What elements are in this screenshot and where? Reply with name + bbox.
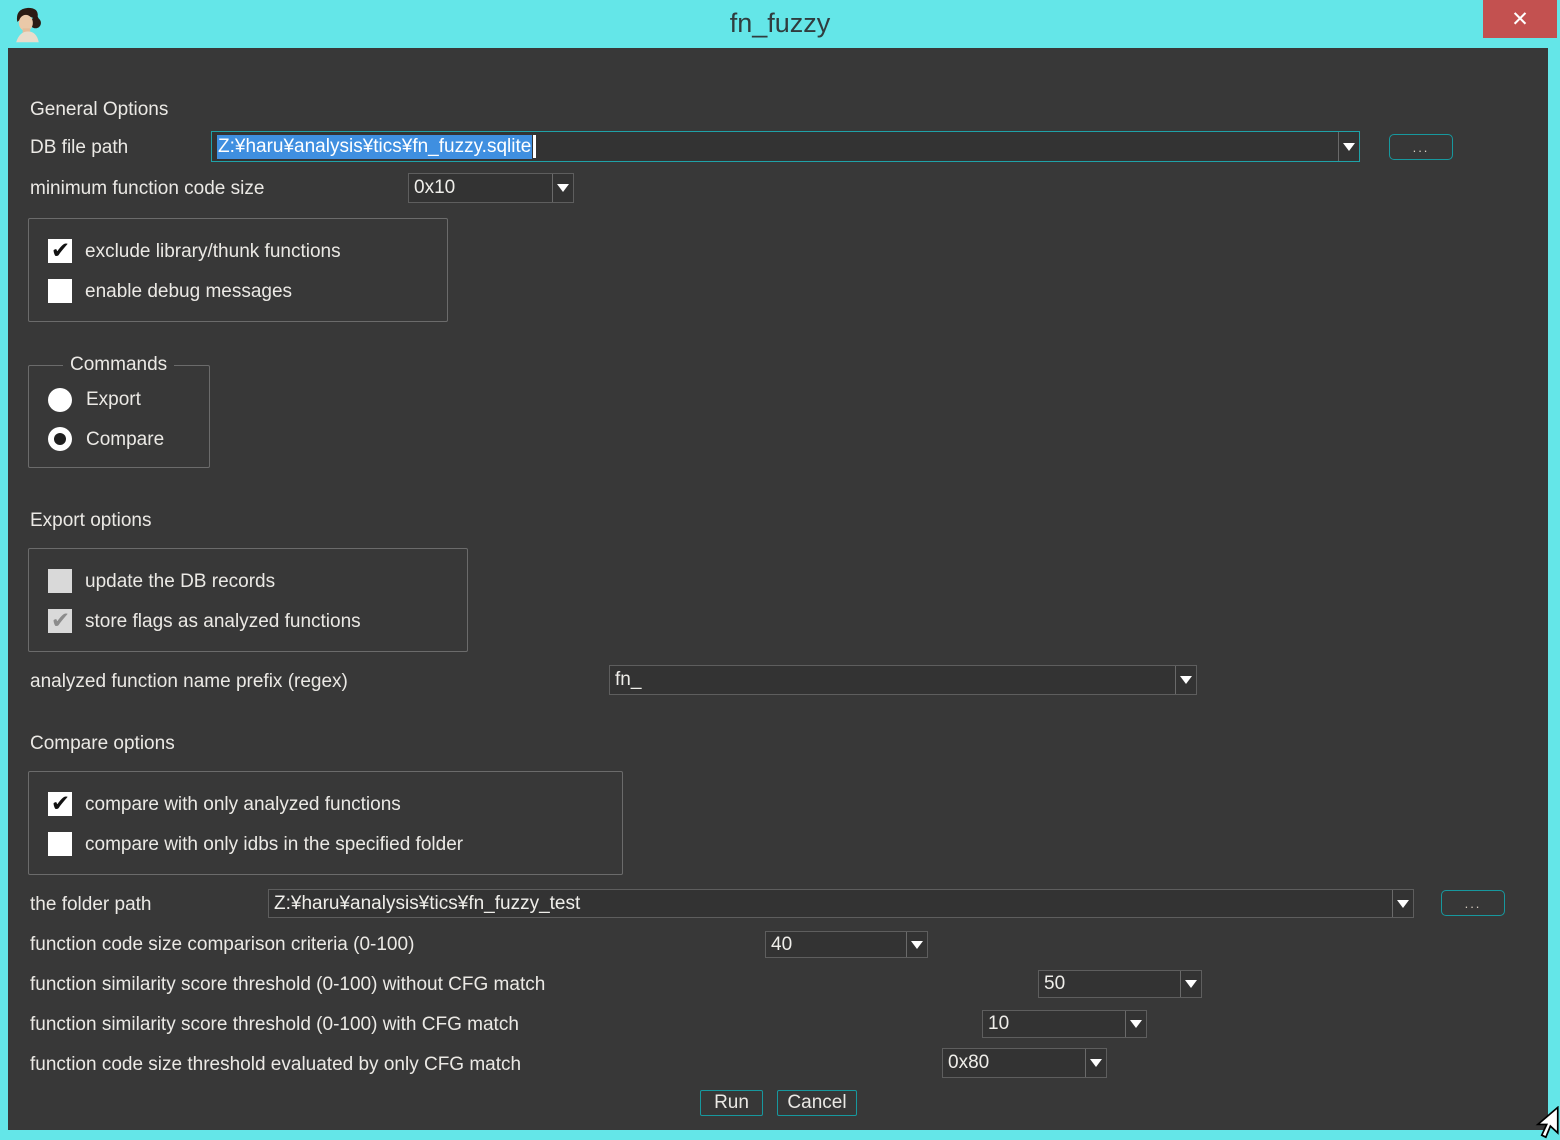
min-code-size-label: minimum function code size [30,177,264,201]
close-button[interactable]: ✕ [1483,0,1557,38]
sim-no-cfg-value[interactable]: 50 [1039,971,1180,997]
export-radio-label[interactable]: Export [86,388,141,412]
prefix-dropdown-button[interactable] [1175,666,1196,694]
size-cfg-dropdown-button[interactable] [1085,1049,1106,1077]
mouse-cursor-icon [1528,1106,1560,1140]
min-code-size-value[interactable]: 0x10 [409,174,552,202]
criteria-dropdown-button[interactable] [906,932,927,957]
compare-radio[interactable] [48,427,72,451]
compare-analyzed-checkbox[interactable] [48,792,72,816]
folder-path-combobox[interactable]: Z:¥haru¥analysis¥tics¥fn_fuzzy_test [268,889,1414,918]
text-caret [533,135,536,158]
folder-path-value[interactable]: Z:¥haru¥analysis¥tics¥fn_fuzzy_test [269,890,1392,917]
compare-idbs-label[interactable]: compare with only idbs in the specified … [85,833,463,857]
db-path-dropdown-button[interactable] [1338,132,1359,161]
store-flags-label: store flags as analyzed functions [85,610,361,634]
size-cfg-value[interactable]: 0x80 [943,1049,1085,1077]
sim-cfg-combobox[interactable]: 10 [982,1010,1147,1038]
prefix-value[interactable]: fn_ [610,666,1175,694]
sim-no-cfg-dropdown-button[interactable] [1180,971,1201,997]
compare-options-heading: Compare options [30,732,175,756]
general-options-heading: General Options [30,98,168,122]
criteria-value[interactable]: 40 [766,932,906,957]
fn-fuzzy-dialog: fn_fuzzy ✕ General Options DB file path … [0,0,1560,1140]
enable-debug-checkbox[interactable] [48,279,72,303]
dropdown-arrow-icon [1180,676,1192,684]
folder-dropdown-button[interactable] [1392,890,1413,917]
selected-text: Z:¥haru¥analysis¥tics¥fn_fuzzy.sqlite [217,135,532,159]
general-checkbox-group [28,218,448,322]
dropdown-arrow-icon [1343,143,1355,151]
export-checkbox-group [28,548,468,652]
db-file-path-combobox[interactable]: Z:¥haru¥analysis¥tics¥fn_fuzzy.sqlite [211,131,1360,162]
titlebar[interactable]: fn_fuzzy ✕ [0,0,1560,48]
compare-analyzed-label[interactable]: compare with only analyzed functions [85,793,401,817]
sim-cfg-value[interactable]: 10 [983,1011,1125,1037]
dropdown-arrow-icon [1130,1020,1142,1028]
sim-no-cfg-label: function similarity score threshold (0-1… [30,973,545,997]
cancel-button[interactable]: Cancel [777,1090,857,1116]
prefix-label: analyzed function name prefix (regex) [30,670,348,694]
run-button[interactable]: Run [700,1090,763,1116]
db-file-path-value[interactable]: Z:¥haru¥analysis¥tics¥fn_fuzzy.sqlite [212,132,1338,161]
commands-group: Commands [28,365,210,468]
sim-cfg-dropdown-button[interactable] [1125,1011,1146,1037]
update-db-checkbox [48,569,72,593]
criteria-combobox[interactable]: 40 [765,931,928,958]
close-icon: ✕ [1511,7,1529,32]
compare-radio-label[interactable]: Compare [86,428,164,452]
exclude-library-label[interactable]: exclude library/thunk functions [85,240,341,264]
export-options-heading: Export options [30,509,151,533]
enable-debug-label[interactable]: enable debug messages [85,280,292,304]
size-cfg-combobox[interactable]: 0x80 [942,1048,1107,1078]
dropdown-arrow-icon [1090,1059,1102,1067]
dropdown-arrow-icon [911,941,923,949]
dropdown-arrow-icon [557,184,569,192]
sim-no-cfg-combobox[interactable]: 50 [1038,970,1202,998]
window-title: fn_fuzzy [0,0,1560,48]
min-code-size-combobox[interactable]: 0x10 [408,173,574,203]
update-db-label: update the DB records [85,570,275,594]
browse-db-button[interactable]: ... [1389,134,1453,160]
sim-cfg-label: function similarity score threshold (0-1… [30,1013,519,1037]
db-file-path-label: DB file path [30,136,128,160]
compare-idbs-checkbox[interactable] [48,832,72,856]
commands-legend: Commands [63,353,174,377]
size-cfg-label: function code size threshold evaluated b… [30,1053,521,1077]
criteria-label: function code size comparison criteria (… [30,933,414,957]
folder-path-label: the folder path [30,893,151,917]
exclude-library-checkbox[interactable] [48,239,72,263]
store-flags-checkbox [48,609,72,633]
prefix-combobox[interactable]: fn_ [609,665,1197,695]
min-size-dropdown-button[interactable] [552,174,573,202]
compare-checkbox-group [28,771,623,875]
export-radio[interactable] [48,388,72,412]
dropdown-arrow-icon [1185,980,1197,988]
browse-folder-button[interactable]: ... [1441,890,1505,916]
dropdown-arrow-icon [1397,900,1409,908]
